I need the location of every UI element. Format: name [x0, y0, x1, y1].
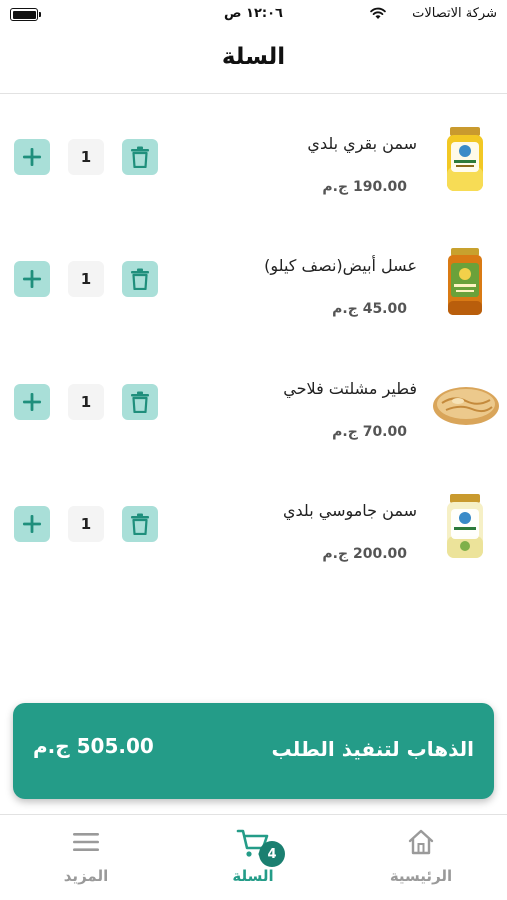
product-name: سمن بقري بلدي [307, 134, 417, 153]
trash-icon [131, 513, 149, 535]
status-time: ١٢:٠٦ ص [224, 6, 283, 21]
plus-icon [23, 393, 41, 411]
checkout-label: الذهاب لتنفيذ الطلب [271, 737, 474, 761]
cart-item: فطير مشلتت فلاحي 70.00 ج.م 1 [0, 365, 507, 475]
product-name: عسل أبيض(نصف كيلو) [264, 256, 417, 275]
checkout-button[interactable]: الذهاب لتنفيذ الطلب 505.00 ج.م [13, 703, 494, 799]
quantity-value: 1 [68, 261, 104, 297]
tab-home-label: الرئيسية [389, 867, 453, 885]
increase-quantity-button[interactable] [14, 384, 50, 420]
battery-icon [10, 8, 38, 21]
battery-cap [39, 12, 41, 17]
status-bar: شركة الاتصالات ١٢:٠٦ ص [0, 0, 507, 30]
delete-button[interactable] [122, 384, 158, 420]
page-title: السلة [221, 44, 286, 70]
trash-icon [131, 268, 149, 290]
delete-button[interactable] [122, 261, 158, 297]
tab-more[interactable]: المزيد [26, 825, 146, 895]
product-name: فطير مشلتت فلاحي [283, 379, 417, 398]
delete-button[interactable] [122, 139, 158, 175]
menu-icon [73, 833, 99, 851]
increase-quantity-button[interactable] [14, 261, 50, 297]
cart-item: عسل أبيض(نصف كيلو) 45.00 ج.م 1 [0, 242, 507, 352]
cart-count-badge: 4 [259, 841, 285, 867]
buffalo-ghee-jar-image [435, 487, 495, 567]
increase-quantity-button[interactable] [14, 139, 50, 175]
plus-icon [23, 270, 41, 288]
quantity-value: 1 [68, 384, 104, 420]
quantity-value: 1 [68, 506, 104, 542]
checkout-total: 505.00 ج.م [33, 734, 154, 758]
tab-bar: الرئيسية السلة المزيد [0, 814, 507, 900]
product-price: 70.00 ج.م [332, 424, 407, 440]
tab-home[interactable]: الرئيسية [361, 825, 481, 895]
header: السلة [0, 30, 507, 94]
tab-more-label: المزيد [63, 867, 109, 885]
tab-cart-label: السلة [232, 867, 274, 885]
trash-icon [131, 391, 149, 413]
quantity-value: 1 [68, 139, 104, 175]
honey-jar-image [435, 242, 495, 322]
delete-button[interactable] [122, 506, 158, 542]
product-price: 45.00 ج.م [332, 301, 407, 317]
increase-quantity-button[interactable] [14, 506, 50, 542]
trash-icon [131, 146, 149, 168]
product-name: سمن جاموسي بلدي [282, 501, 417, 520]
plus-icon [23, 148, 41, 166]
cart-item: سمن جاموسي بلدي 200.00 ج.م 1 [0, 487, 507, 597]
pastry-image [431, 365, 501, 445]
plus-icon [23, 515, 41, 533]
tab-cart[interactable]: السلة [193, 825, 313, 895]
product-price: 190.00 ج.م [322, 179, 407, 195]
home-icon [408, 829, 434, 855]
cart-item: سمن بقري بلدي 190.00 ج.م 1 [0, 120, 507, 230]
product-price: 200.00 ج.م [322, 546, 407, 562]
ghee-jar-image [435, 120, 495, 200]
